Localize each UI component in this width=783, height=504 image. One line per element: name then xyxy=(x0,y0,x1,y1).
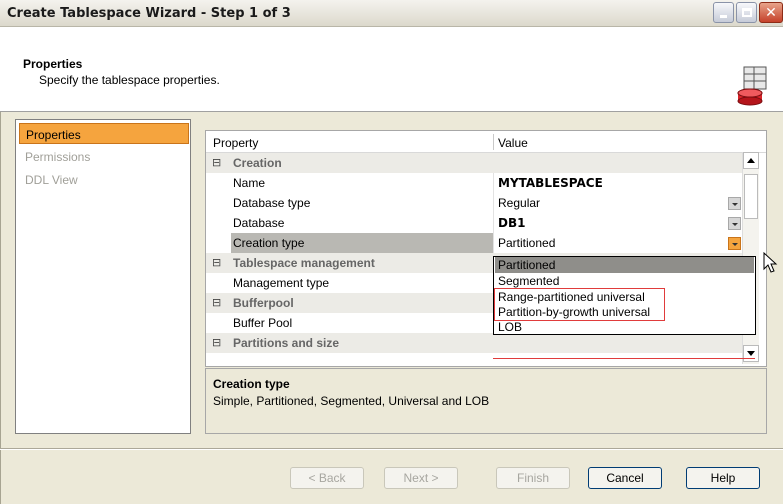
dropdown-option-lob[interactable]: LOB xyxy=(495,319,754,335)
maximize-icon xyxy=(741,8,752,17)
button-bar-divider xyxy=(0,448,783,450)
property-value[interactable]: DB1 xyxy=(498,216,525,230)
dropdown-arrow-button[interactable] xyxy=(728,217,741,230)
dropdown-option-partitioned[interactable]: Partitioned xyxy=(495,257,754,273)
finish-button[interactable]: Finish xyxy=(496,467,570,489)
wizard-nav: Properties Permissions DDL View xyxy=(15,119,191,434)
cell-divider xyxy=(493,233,494,253)
help-button[interactable]: Help xyxy=(686,467,760,489)
mouse-cursor-icon xyxy=(763,252,778,273)
property-name-clipped xyxy=(231,353,494,366)
wizard-header: Properties Specify the tablespace proper… xyxy=(0,27,783,112)
description-text: Simple, Partitioned, Segmented, Universa… xyxy=(213,394,490,408)
creation-type-dropdown-list[interactable]: Partitioned Segmented Range-partitioned … xyxy=(493,256,756,335)
back-button[interactable]: < Back xyxy=(290,467,364,489)
cell-divider xyxy=(493,213,494,233)
scroll-down-button[interactable] xyxy=(743,345,759,362)
column-divider[interactable] xyxy=(493,134,494,150)
property-value[interactable]: Regular xyxy=(498,196,540,210)
property-name: Name xyxy=(233,176,266,190)
nav-item-ddl-view[interactable]: DDL View xyxy=(19,169,189,190)
column-header-property[interactable]: Property xyxy=(213,136,258,150)
property-name: Database type xyxy=(233,196,311,210)
description-title: Creation type xyxy=(213,377,290,391)
dropdown-arrow-button[interactable] xyxy=(728,237,741,250)
property-row-creation-type[interactable]: Creation type Partitioned xyxy=(206,233,744,253)
property-name: Management type xyxy=(233,276,330,290)
next-button[interactable]: Next > xyxy=(384,467,458,489)
dropdown-arrow-button[interactable] xyxy=(728,197,741,210)
close-button[interactable]: ✕ xyxy=(759,2,783,23)
collapse-icon[interactable]: ⊟ xyxy=(212,256,221,269)
header-subtitle: Specify the tablespace properties. xyxy=(39,73,220,87)
dropdown-option-segmented[interactable]: Segmented xyxy=(495,273,754,289)
collapse-icon[interactable]: ⊟ xyxy=(212,336,221,349)
property-name: Buffer Pool xyxy=(233,316,293,330)
nav-item-properties[interactable]: Properties xyxy=(19,123,189,144)
column-header-value[interactable]: Value xyxy=(498,136,528,150)
highlight-box xyxy=(494,288,665,321)
category-label: Bufferpool xyxy=(233,296,294,310)
property-value[interactable]: MYTABLESPACE xyxy=(498,176,603,190)
scroll-up-button[interactable] xyxy=(743,152,759,169)
minimize-button[interactable] xyxy=(713,2,734,23)
property-value[interactable]: Partitioned xyxy=(498,236,555,250)
scroll-thumb[interactable] xyxy=(744,174,758,219)
category-label: Tablespace management xyxy=(233,256,375,270)
category-label: Partitions and size xyxy=(233,336,340,350)
highlight-line xyxy=(493,358,755,359)
nav-item-permissions[interactable]: Permissions xyxy=(19,146,189,167)
tablespace-icon xyxy=(737,66,767,106)
cancel-button[interactable]: Cancel xyxy=(588,467,662,489)
title-bar: Create Tablespace Wizard - Step 1 of 3 ✕ xyxy=(0,0,783,27)
property-name: Creation type xyxy=(231,233,494,253)
description-panel: Creation type Simple, Partitioned, Segme… xyxy=(205,368,767,434)
category-row-creation[interactable]: ⊟ Creation xyxy=(206,153,744,173)
property-name: Database xyxy=(233,216,285,230)
collapse-icon[interactable]: ⊟ xyxy=(212,156,221,169)
minimize-icon xyxy=(720,15,727,18)
property-row-partial[interactable] xyxy=(206,353,744,366)
cell-divider xyxy=(493,193,494,213)
collapse-icon[interactable]: ⊟ xyxy=(212,296,221,309)
window-title: Create Tablespace Wizard - Step 1 of 3 xyxy=(7,6,291,21)
grid-header: Property Value xyxy=(206,131,766,153)
close-icon: ✕ xyxy=(765,4,777,21)
property-row-name[interactable]: Name MYTABLESPACE xyxy=(206,173,744,193)
property-row-database-type[interactable]: Database type Regular xyxy=(206,193,744,213)
header-title: Properties xyxy=(23,57,83,71)
category-row-partitions-and-size[interactable]: ⊟ Partitions and size xyxy=(206,333,744,353)
cell-divider xyxy=(493,173,494,193)
category-label: Creation xyxy=(233,156,282,170)
maximize-button[interactable] xyxy=(736,2,757,23)
property-row-database[interactable]: Database DB1 xyxy=(206,213,744,233)
